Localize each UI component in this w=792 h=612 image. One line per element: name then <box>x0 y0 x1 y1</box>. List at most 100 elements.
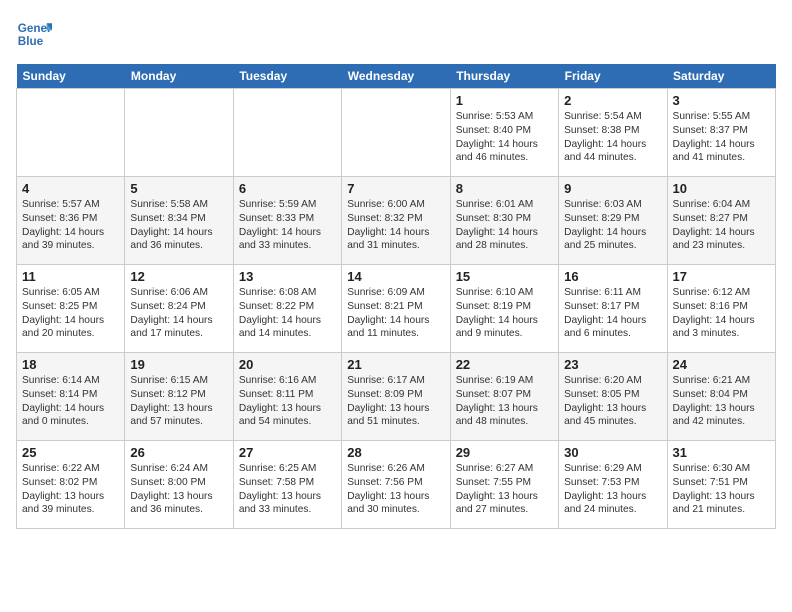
day-info: Sunrise: 5:59 AM Sunset: 8:33 PM Dayligh… <box>239 198 336 253</box>
day-info: Sunrise: 6:27 AM Sunset: 7:55 PM Dayligh… <box>456 462 553 517</box>
day-number: 28 <box>347 445 444 460</box>
day-info: Sunrise: 6:21 AM Sunset: 8:04 PM Dayligh… <box>673 374 770 429</box>
day-number: 2 <box>564 93 661 108</box>
calendar-cell: 11Sunrise: 6:05 AM Sunset: 8:25 PM Dayli… <box>17 265 125 353</box>
calendar-cell <box>233 89 341 177</box>
day-number: 23 <box>564 357 661 372</box>
day-number: 29 <box>456 445 553 460</box>
day-number: 4 <box>22 181 119 196</box>
calendar-cell: 23 Sunrise: 6:20 AM Sunset: 8:05 PM Dayli… <box>559 353 667 441</box>
calendar-cell: 21 Sunrise: 6:17 AM Sunset: 8:09 PM Dayli… <box>342 353 450 441</box>
day-number: 1 <box>456 93 553 108</box>
day-info: Sunrise: 6:22 AM Sunset: 8:02 PM Dayligh… <box>22 462 119 517</box>
calendar-cell: 17 Sunrise: 6:12 AM Sunset: 8:16 PM Dayli… <box>667 265 775 353</box>
calendar-cell <box>17 89 125 177</box>
calendar-cell: 10Sunrise: 6:04 AM Sunset: 8:27 PM Dayli… <box>667 177 775 265</box>
day-number: 7 <box>347 181 444 196</box>
day-of-week-header-row: SundayMondayTuesdayWednesdayThursdayFrid… <box>17 64 776 89</box>
calendar-table: SundayMondayTuesdayWednesdayThursdayFrid… <box>16 64 776 529</box>
calendar-cell: 19 Sunrise: 6:15 AM Sunset: 8:12 PM Dayli… <box>125 353 233 441</box>
calendar-cell: 2Sunrise: 5:54 AM Sunset: 8:38 PM Daylig… <box>559 89 667 177</box>
day-info: Sunrise: 6:09 AM Sunset: 8:21 PM Dayligh… <box>347 286 444 341</box>
day-info: Sunrise: 6:01 AM Sunset: 8:30 PM Dayligh… <box>456 198 553 253</box>
calendar-week-row: 4 Sunrise: 5:57 AM Sunset: 8:36 PM Daylig… <box>17 177 776 265</box>
calendar-cell: 7 Sunrise: 6:00 AM Sunset: 8:32 PM Daylig… <box>342 177 450 265</box>
day-number: 20 <box>239 357 336 372</box>
day-number: 30 <box>564 445 661 460</box>
day-info: Sunrise: 5:57 AM Sunset: 8:36 PM Dayligh… <box>22 198 119 253</box>
calendar-cell <box>342 89 450 177</box>
day-of-week-monday: Monday <box>125 64 233 89</box>
day-info: Sunrise: 6:04 AM Sunset: 8:27 PM Dayligh… <box>673 198 770 253</box>
day-info: Sunrise: 5:58 AM Sunset: 8:34 PM Dayligh… <box>130 198 227 253</box>
calendar-cell: 5 Sunrise: 5:58 AM Sunset: 8:34 PM Daylig… <box>125 177 233 265</box>
day-number: 18 <box>22 357 119 372</box>
calendar-cell: 4 Sunrise: 5:57 AM Sunset: 8:36 PM Daylig… <box>17 177 125 265</box>
day-info: Sunrise: 6:20 AM Sunset: 8:05 PM Dayligh… <box>564 374 661 429</box>
calendar-cell: 27 Sunrise: 6:25 AM Sunset: 7:58 PM Dayli… <box>233 441 341 529</box>
day-info: Sunrise: 6:17 AM Sunset: 8:09 PM Dayligh… <box>347 374 444 429</box>
day-info: Sunrise: 6:19 AM Sunset: 8:07 PM Dayligh… <box>456 374 553 429</box>
day-info: Sunrise: 6:15 AM Sunset: 8:12 PM Dayligh… <box>130 374 227 429</box>
logo: General Blue <box>16 16 56 52</box>
page-header: General Blue <box>16 16 776 52</box>
day-number: 17 <box>673 269 770 284</box>
day-number: 24 <box>673 357 770 372</box>
day-number: 26 <box>130 445 227 460</box>
day-number: 5 <box>130 181 227 196</box>
day-info: Sunrise: 6:05 AM Sunset: 8:25 PM Dayligh… <box>22 286 119 341</box>
day-of-week-saturday: Saturday <box>667 64 775 89</box>
calendar-cell: 24 Sunrise: 6:21 AM Sunset: 8:04 PM Dayli… <box>667 353 775 441</box>
day-info: Sunrise: 6:11 AM Sunset: 8:17 PM Dayligh… <box>564 286 661 341</box>
calendar-cell <box>125 89 233 177</box>
day-info: Sunrise: 5:55 AM Sunset: 8:37 PM Dayligh… <box>673 110 770 165</box>
day-info: Sunrise: 6:16 AM Sunset: 8:11 PM Dayligh… <box>239 374 336 429</box>
calendar-cell: 9 Sunrise: 6:03 AM Sunset: 8:29 PM Daylig… <box>559 177 667 265</box>
day-of-week-sunday: Sunday <box>17 64 125 89</box>
day-info: Sunrise: 6:26 AM Sunset: 7:56 PM Dayligh… <box>347 462 444 517</box>
day-info: Sunrise: 6:30 AM Sunset: 7:51 PM Dayligh… <box>673 462 770 517</box>
day-info: Sunrise: 6:12 AM Sunset: 8:16 PM Dayligh… <box>673 286 770 341</box>
calendar-cell: 1 Sunrise: 5:53 AM Sunset: 8:40 PM Daylig… <box>450 89 558 177</box>
day-info: Sunrise: 6:14 AM Sunset: 8:14 PM Dayligh… <box>22 374 119 429</box>
calendar-cell: 25Sunrise: 6:22 AM Sunset: 8:02 PM Dayli… <box>17 441 125 529</box>
calendar-cell: 20 Sunrise: 6:16 AM Sunset: 8:11 PM Dayli… <box>233 353 341 441</box>
calendar-cell: 18 Sunrise: 6:14 AM Sunset: 8:14 PM Dayli… <box>17 353 125 441</box>
day-info: Sunrise: 5:53 AM Sunset: 8:40 PM Dayligh… <box>456 110 553 165</box>
day-number: 21 <box>347 357 444 372</box>
calendar-week-row: 18 Sunrise: 6:14 AM Sunset: 8:14 PM Dayli… <box>17 353 776 441</box>
day-info: Sunrise: 6:03 AM Sunset: 8:29 PM Dayligh… <box>564 198 661 253</box>
day-of-week-wednesday: Wednesday <box>342 64 450 89</box>
day-number: 15 <box>456 269 553 284</box>
svg-text:Blue: Blue <box>18 35 44 48</box>
day-info: Sunrise: 6:10 AM Sunset: 8:19 PM Dayligh… <box>456 286 553 341</box>
logo-icon: General Blue <box>16 16 52 52</box>
day-of-week-friday: Friday <box>559 64 667 89</box>
day-info: Sunrise: 6:08 AM Sunset: 8:22 PM Dayligh… <box>239 286 336 341</box>
calendar-cell: 22 Sunrise: 6:19 AM Sunset: 8:07 PM Dayli… <box>450 353 558 441</box>
day-number: 8 <box>456 181 553 196</box>
day-number: 14 <box>347 269 444 284</box>
day-number: 13 <box>239 269 336 284</box>
day-number: 27 <box>239 445 336 460</box>
calendar-cell: 28 Sunrise: 6:26 AM Sunset: 7:56 PM Dayli… <box>342 441 450 529</box>
day-number: 19 <box>130 357 227 372</box>
day-number: 22 <box>456 357 553 372</box>
day-info: Sunrise: 6:29 AM Sunset: 7:53 PM Dayligh… <box>564 462 661 517</box>
calendar-cell: 31Sunrise: 6:30 AM Sunset: 7:51 PM Dayli… <box>667 441 775 529</box>
day-number: 9 <box>564 181 661 196</box>
calendar-cell: 14 Sunrise: 6:09 AM Sunset: 8:21 PM Dayli… <box>342 265 450 353</box>
day-of-week-thursday: Thursday <box>450 64 558 89</box>
day-info: Sunrise: 6:25 AM Sunset: 7:58 PM Dayligh… <box>239 462 336 517</box>
day-info: Sunrise: 6:00 AM Sunset: 8:32 PM Dayligh… <box>347 198 444 253</box>
calendar-cell: 6 Sunrise: 5:59 AM Sunset: 8:33 PM Daylig… <box>233 177 341 265</box>
calendar-cell: 15 Sunrise: 6:10 AM Sunset: 8:19 PM Dayli… <box>450 265 558 353</box>
calendar-week-row: 1 Sunrise: 5:53 AM Sunset: 8:40 PM Daylig… <box>17 89 776 177</box>
calendar-cell: 12Sunrise: 6:06 AM Sunset: 8:24 PM Dayli… <box>125 265 233 353</box>
day-of-week-tuesday: Tuesday <box>233 64 341 89</box>
day-number: 6 <box>239 181 336 196</box>
day-number: 12 <box>130 269 227 284</box>
calendar-cell: 29 Sunrise: 6:27 AM Sunset: 7:55 PM Dayli… <box>450 441 558 529</box>
calendar-cell: 8 Sunrise: 6:01 AM Sunset: 8:30 PM Daylig… <box>450 177 558 265</box>
calendar-cell: 13 Sunrise: 6:08 AM Sunset: 8:22 PM Dayli… <box>233 265 341 353</box>
